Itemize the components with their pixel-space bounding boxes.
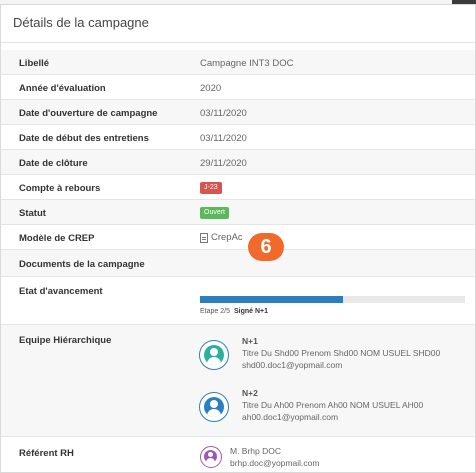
ouverture-label: Date d'ouverture de campagne	[19, 108, 158, 119]
annee-value: 2020	[200, 83, 222, 94]
row-compte-a-rebours: Compte à rebours J-23	[1, 175, 475, 200]
row-statut: Statut Ouvert	[1, 200, 475, 225]
n1-name: Titre Du Shd00 Prenom Shd00 NOM USUEL SH…	[242, 348, 441, 358]
row-annee: Année d'évaluation 2020	[1, 75, 475, 100]
status-badge: Ouvert	[200, 207, 230, 219]
debut-value: 03/11/2020	[200, 133, 247, 144]
etat-label: Etat d'avancement	[19, 286, 103, 297]
referent-avatar	[200, 446, 222, 468]
panel-title: Détails de la campagne	[1, 5, 475, 43]
row-ouverture: Date d'ouverture de campagne 03/11/2020	[1, 100, 475, 125]
libelle-value: Campagne INT3 DOC	[200, 58, 294, 69]
n1-avatar	[199, 340, 229, 370]
person-icon	[204, 450, 217, 463]
referent-name: M. Brhp DOC	[230, 446, 282, 456]
row-libelle: Libellé Campagne INT3 DOC	[1, 50, 475, 75]
crep-link-text[interactable]: CrepAc	[211, 232, 243, 243]
progress-bar	[200, 296, 465, 303]
person-icon	[204, 345, 224, 365]
row-documents: Documents de la campagne	[1, 250, 475, 277]
row-debut: Date de début des entretiens 03/11/2020	[1, 125, 475, 150]
n2-email: ah00.doc1@yopmail.com	[242, 412, 339, 422]
progress-step-text: Etape 2/5	[200, 308, 230, 315]
ouverture-value: 03/11/2020	[200, 108, 247, 119]
cloture-value: 29/11/2020	[200, 158, 247, 169]
n2-role: N+2	[242, 388, 258, 398]
person-icon	[204, 397, 224, 417]
countdown-badge: J-23	[200, 182, 222, 194]
modele-label: Modèle de CREP	[19, 233, 95, 244]
n1-email: shd00.doc1@yopmail.com	[242, 360, 343, 370]
annee-label: Année d'évaluation	[19, 83, 106, 94]
row-etat-avancement: Etat d'avancement Etape 2/5 Signé N+1	[1, 277, 475, 325]
referent-person: M. Brhp DOC brhp.doc@yopmail.com	[230, 445, 319, 469]
n1-member: N+1 Titre Du Shd00 Prenom Shd00 NOM USUE…	[242, 335, 440, 371]
statut-label: Statut	[19, 208, 46, 219]
referent-label: Référent RH	[19, 448, 74, 459]
documents-label: Documents de la campagne	[19, 259, 145, 270]
compte-label: Compte à rebours	[19, 183, 101, 194]
crep-link[interactable]: CrepAc	[200, 232, 243, 243]
progress-bar-fill	[200, 296, 344, 303]
n2-name: Titre Du Ah00 Prenom Ah00 NOM USUEL AH00	[242, 400, 424, 410]
row-equipe: Equipe Hiérarchique N+1 Titre Du Shd00 P…	[1, 325, 475, 437]
campaign-details-panel: Détails de la campagne Libellé Campagne …	[0, 4, 476, 473]
progress-text: Etape 2/5 Signé N+1	[200, 308, 268, 315]
progress-signed-text: Signé N+1	[233, 308, 269, 315]
referent-email: brhp.doc@yopmail.com	[230, 458, 320, 468]
cloture-label: Date de clôture	[19, 158, 88, 169]
row-referent-rh: Référent RH M. Brhp DOC brhp.doc@yopmail…	[1, 437, 475, 473]
n2-avatar	[199, 392, 229, 422]
n2-member: N+2 Titre Du Ah00 Prenom Ah00 NOM USUEL …	[242, 387, 423, 423]
row-cloture: Date de clôture 29/11/2020	[1, 150, 475, 175]
debut-label: Date de début des entretiens	[19, 133, 149, 144]
libelle-label: Libellé	[19, 58, 50, 69]
step-marker-badge: 6	[248, 233, 284, 261]
equipe-label: Equipe Hiérarchique	[19, 335, 112, 346]
n1-role: N+1	[242, 336, 258, 346]
row-modele-crep: Modèle de CREP CrepAc	[1, 225, 475, 250]
document-icon	[200, 232, 208, 243]
